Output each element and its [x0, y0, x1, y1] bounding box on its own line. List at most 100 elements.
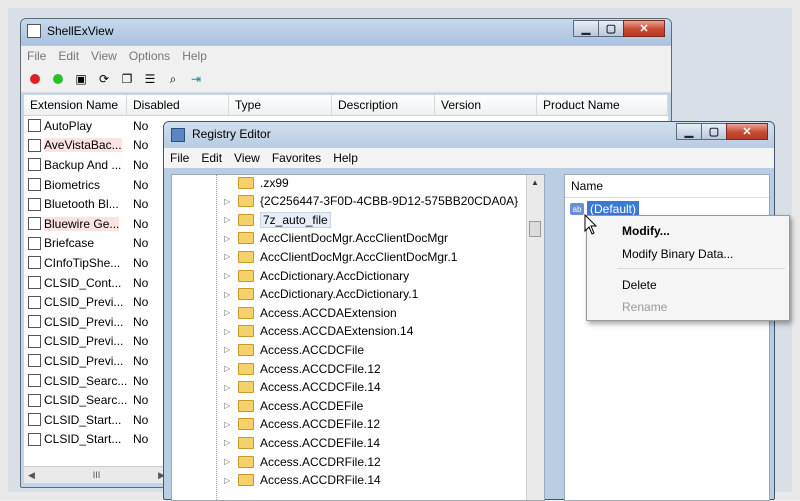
menu-item-modify-binary[interactable]: Modify Binary Data...: [622, 247, 733, 261]
expand-arrow-icon[interactable]: ▷: [224, 308, 232, 317]
tree-item[interactable]: ▷ Access.ACCDRFile.12: [224, 452, 381, 471]
tree-item[interactable]: ▷ AccDictionary.AccDictionary.1: [224, 285, 418, 304]
expand-arrow-icon[interactable]: ▷: [224, 290, 232, 299]
key-name: Access.ACCDRFile.12: [260, 454, 381, 469]
scroll-left-icon[interactable]: ◀: [28, 470, 35, 481]
refresh-button[interactable]: ⟳: [96, 71, 112, 87]
menu-item-delete[interactable]: Delete: [622, 278, 657, 292]
find-button[interactable]: ⌕: [165, 71, 181, 87]
save-button[interactable]: ▣: [73, 71, 89, 87]
key-name: Access.ACCDAExtension: [260, 305, 397, 320]
key-name: Access.ACCDEFile: [260, 398, 364, 413]
extension-icon: [28, 374, 41, 388]
close-button[interactable]: ✕: [726, 123, 768, 140]
tree-item[interactable]: ▷ Access.ACCDAExtension: [224, 303, 397, 322]
exit-icon: ⇥: [190, 72, 202, 86]
minimize-button[interactable]: ▁: [676, 123, 702, 140]
expand-arrow-icon[interactable]: ▷: [224, 271, 232, 280]
minimize-button[interactable]: ▁: [573, 20, 599, 37]
expand-arrow-icon[interactable]: ▷: [224, 234, 232, 243]
extension-name-cell: AutoPlay: [24, 119, 129, 133]
tree-item[interactable]: ▷ Access.ACCDAExtension.14: [224, 322, 413, 341]
col-version[interactable]: Version: [435, 95, 537, 115]
menu-edit[interactable]: Edit: [52, 49, 85, 63]
expand-arrow-icon[interactable]: ▷: [224, 457, 232, 466]
mouse-cursor-icon: [584, 214, 598, 235]
tree-item[interactable]: ▷ Access.ACCDEFile.12: [224, 415, 380, 434]
tree-item[interactable]: ▷ AccClientDocMgr.AccClientDocMgr: [224, 229, 448, 248]
scroll-grip[interactable]: III: [93, 470, 101, 480]
disable-button[interactable]: [27, 71, 43, 87]
menu-help[interactable]: Help: [327, 151, 364, 165]
menu-options[interactable]: Options: [123, 49, 176, 63]
menu-file[interactable]: File: [21, 49, 52, 63]
col-name[interactable]: Name: [565, 175, 769, 198]
extension-icon: [28, 236, 41, 250]
expand-arrow-icon[interactable]: ▷: [224, 401, 232, 410]
menu-favorites[interactable]: Favorites: [266, 151, 327, 165]
tree-item[interactable]: ▷ Access.ACCDEFile.14: [224, 433, 380, 452]
registry-icon: [171, 128, 185, 142]
tree-item[interactable]: .zx99: [224, 175, 289, 192]
maximize-button[interactable]: ▢: [598, 20, 624, 37]
tree-item[interactable]: ▷ Access.ACCDCFile.12: [224, 359, 381, 378]
menu-view[interactable]: View: [85, 49, 123, 63]
extension-name: Briefcase: [44, 236, 95, 251]
extension-name-cell: CLSID_Searc...: [24, 393, 129, 407]
expand-arrow-icon[interactable]: ▷: [224, 197, 232, 206]
col-type[interactable]: Type: [229, 95, 332, 115]
tree-item[interactable]: ▷ AccClientDocMgr.AccClientDocMgr.1: [224, 247, 457, 266]
tree-item[interactable]: ▷ {2C256447-3F0D-4CBB-9D12-575BB20CDA0A}: [224, 192, 518, 211]
scroll-thumb[interactable]: [529, 221, 541, 237]
extension-icon: [28, 138, 41, 152]
vertical-scrollbar[interactable]: ▲: [526, 175, 544, 500]
copy-button[interactable]: ❐: [119, 71, 135, 87]
tree-item[interactable]: ▷ Access.ACCDEFile: [224, 396, 363, 415]
extension-icon: [28, 119, 41, 133]
properties-button[interactable]: ☰: [142, 71, 158, 87]
tree-item[interactable]: ▷ Access.ACCDCFile: [224, 340, 364, 359]
folder-icon: [238, 455, 254, 468]
window-title: Registry Editor: [192, 127, 271, 141]
menu-view[interactable]: View: [228, 151, 266, 165]
tree-item[interactable]: ▷ Access.ACCDCFile.14: [224, 378, 381, 397]
folder-icon: [238, 381, 254, 394]
properties-icon: ☰: [144, 72, 156, 86]
registry-titlebar[interactable]: Registry Editor ▁ ▢ ✕: [164, 122, 774, 148]
tree-item[interactable]: ▷ Access.ACCDRFile.14: [224, 471, 381, 490]
exit-button[interactable]: ⇥: [188, 71, 204, 87]
expand-arrow-icon[interactable]: ▷: [224, 215, 232, 224]
expand-arrow-icon[interactable]: ▷: [224, 420, 232, 429]
scroll-up-icon[interactable]: ▲: [531, 178, 539, 187]
folder-icon: [238, 436, 254, 449]
expand-arrow-icon[interactable]: ▷: [224, 364, 232, 373]
floppy-disk-icon: ▣: [75, 72, 87, 86]
menu-help[interactable]: Help: [176, 49, 213, 63]
tree-item[interactable]: ▷ 7z_auto_file: [224, 210, 331, 229]
col-product-name[interactable]: Product Name: [537, 95, 668, 115]
col-extension-name[interactable]: Extension Name: [24, 95, 127, 115]
extension-name-cell: CLSID_Searc...: [24, 374, 129, 388]
shellexview-titlebar[interactable]: ShellExView ▁ ▢ ✕: [21, 19, 671, 45]
key-name: 7z_auto_file: [260, 211, 331, 228]
extension-name: AutoPlay: [44, 118, 93, 133]
extension-name: CLSID_Searc...: [44, 393, 128, 408]
expand-arrow-icon[interactable]: ▷: [224, 383, 232, 392]
maximize-button[interactable]: ▢: [701, 123, 727, 140]
menu-file[interactable]: File: [164, 151, 195, 165]
enable-button[interactable]: [50, 71, 66, 87]
menu-item-modify[interactable]: Modify...: [622, 224, 670, 238]
close-button[interactable]: ✕: [623, 20, 665, 37]
expand-arrow-icon[interactable]: ▷: [224, 327, 232, 336]
expand-arrow-icon[interactable]: ▷: [224, 476, 232, 485]
menu-edit[interactable]: Edit: [195, 151, 228, 165]
extension-name-cell: CLSID_Previ...: [24, 334, 129, 348]
col-disabled[interactable]: Disabled: [127, 95, 229, 115]
horizontal-scrollbar[interactable]: ◀ III ▶: [24, 466, 169, 483]
expand-arrow-icon[interactable]: ▷: [224, 438, 232, 447]
col-description[interactable]: Description: [332, 95, 435, 115]
tree-item[interactable]: ▷ AccDictionary.AccDictionary: [224, 266, 409, 285]
expand-arrow-icon[interactable]: ▷: [224, 345, 232, 354]
expand-arrow-icon[interactable]: ▷: [224, 252, 232, 261]
extension-name-cell: Biometrics: [24, 178, 129, 192]
